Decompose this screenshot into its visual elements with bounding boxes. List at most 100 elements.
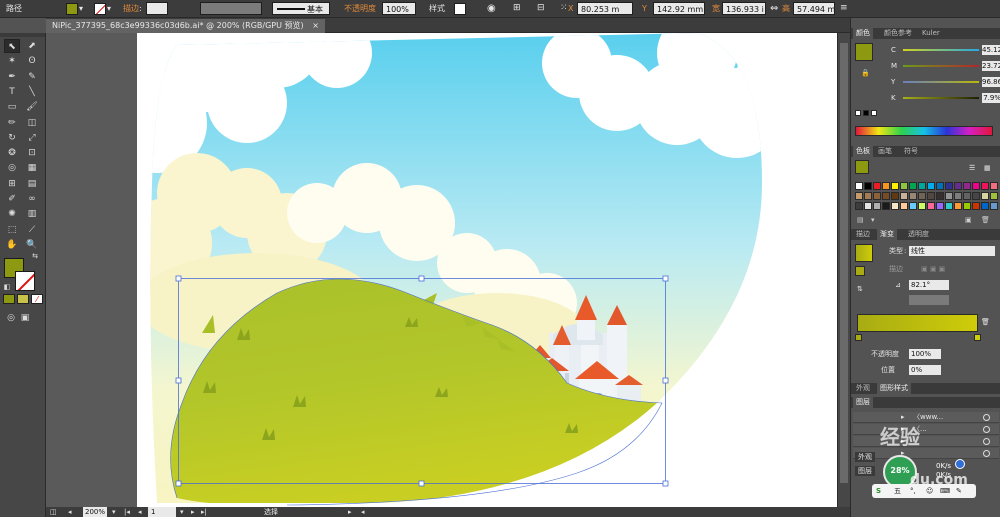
color-swatch[interactable]	[864, 202, 872, 210]
ime-logo-icon[interactable]: S	[876, 486, 881, 496]
warp-tool-icon[interactable]: ❂	[4, 146, 20, 160]
shape-builder-tool-icon[interactable]: ◎	[4, 161, 20, 175]
gradient-fill-swatch[interactable]	[855, 266, 865, 276]
color-swatch[interactable]	[918, 192, 926, 200]
rotate-tool-icon[interactable]: ↻	[4, 131, 20, 145]
chevron-down-icon[interactable]: ▾	[112, 507, 116, 517]
mesh-tool-icon[interactable]: ⊞	[4, 177, 20, 191]
color-swatch[interactable]	[927, 192, 935, 200]
color-mode-button[interactable]	[3, 294, 15, 304]
ime-toolbar[interactable]: S 五 °, ☺ ⌨ ✎	[872, 484, 976, 498]
color-swatch[interactable]	[981, 182, 989, 190]
new-swatch-icon[interactable]: ▣	[965, 216, 972, 224]
visibility-icon[interactable]	[983, 450, 990, 457]
color-swatch[interactable]	[909, 192, 917, 200]
cyan-value[interactable]: 45.12%	[982, 45, 1000, 55]
fill-color-box[interactable]	[66, 3, 78, 15]
color-swatch[interactable]	[900, 202, 908, 210]
tab-transparency[interactable]: 透明度	[905, 229, 932, 240]
pencil-tool-icon[interactable]: ✏	[4, 116, 20, 130]
ime-keyboard-icon[interactable]: ⌨	[940, 486, 950, 496]
magic-wand-tool-icon[interactable]: ✶	[4, 54, 20, 68]
x-position-field[interactable]: 80.253 m	[577, 2, 633, 15]
perspective-grid-tool-icon[interactable]: ▦	[24, 161, 40, 175]
tab-color[interactable]: 颜色	[853, 28, 873, 39]
layer-row[interactable]: ▸	[853, 436, 999, 447]
lock-icon[interactable]: 🔒	[861, 68, 870, 78]
color-swatch[interactable]	[981, 202, 989, 210]
swatch-library-icon[interactable]: ▤	[857, 216, 864, 224]
swap-colors-icon[interactable]: ⇆	[30, 249, 40, 263]
expand-arrow-icon[interactable]: ▸	[901, 412, 905, 422]
direct-selection-tool-icon[interactable]: ⬈	[24, 39, 40, 53]
visibility-icon[interactable]	[983, 438, 990, 445]
reference-point-icon[interactable]: ⁙	[560, 2, 568, 15]
chevron-down-icon[interactable]: ▾	[107, 2, 111, 15]
paintbrush-tool-icon[interactable]: 🖌	[24, 100, 40, 114]
color-swatch[interactable]	[936, 202, 944, 210]
status-menu-icon[interactable]: ▸	[348, 507, 352, 517]
color-swatch[interactable]	[909, 202, 917, 210]
tab-stroke[interactable]: 描边	[853, 229, 873, 240]
cyan-slider[interactable]: C 45.12%	[891, 45, 1000, 55]
brush-definition-select[interactable]: 基本	[272, 2, 330, 15]
graphic-style-swatch[interactable]	[454, 3, 466, 15]
scrollbar-thumb[interactable]	[840, 43, 848, 483]
tab-color-guide[interactable]: 颜色参考	[881, 28, 915, 39]
black-swatch[interactable]	[863, 110, 869, 116]
color-swatch[interactable]	[873, 182, 881, 190]
color-swatch[interactable]	[891, 192, 899, 200]
tab-kuler[interactable]: Kuler	[919, 28, 943, 39]
slice-tool-icon[interactable]: ⟋	[24, 223, 40, 237]
screen-mode-icon[interactable]: ▣	[17, 311, 33, 325]
color-swatch[interactable]	[864, 192, 872, 200]
tab-gradient[interactable]: 渐变	[877, 229, 897, 240]
tab-symbols[interactable]: 符号	[901, 146, 921, 157]
toolbox-grip[interactable]	[0, 33, 45, 37]
gradient-opacity-field[interactable]: 100%	[909, 349, 941, 359]
opacity-label[interactable]: 不透明度	[344, 2, 376, 15]
color-swatch[interactable]	[882, 192, 890, 200]
color-swatch[interactable]	[855, 202, 863, 210]
stroke-weight-field[interactable]	[146, 2, 168, 15]
reverse-gradient-icon[interactable]: ⇅	[857, 284, 863, 294]
color-swatch[interactable]	[945, 192, 953, 200]
color-swatch[interactable]	[954, 192, 962, 200]
prev-icon[interactable]: ◂	[68, 507, 72, 517]
lasso-tool-icon[interactable]: ʘ	[24, 54, 40, 68]
canvas-area[interactable]	[46, 33, 837, 507]
cyan-track[interactable]	[903, 49, 979, 51]
opacity-field[interactable]: 100%	[382, 2, 416, 15]
color-swatch[interactable]	[981, 192, 989, 200]
color-swatch[interactable]	[909, 182, 917, 190]
color-swatch[interactable]	[990, 192, 998, 200]
yellow-slider[interactable]: Y 96.86%	[891, 77, 1000, 87]
column-graph-tool-icon[interactable]: ▥	[24, 207, 40, 221]
gradient-stop-end[interactable]	[974, 334, 981, 341]
color-swatch[interactable]	[918, 182, 926, 190]
color-swatch[interactable]	[963, 202, 971, 210]
grid-view-icon[interactable]: ▦	[984, 163, 991, 173]
eraser-tool-icon[interactable]: ◫	[24, 116, 40, 130]
gradient-location-field[interactable]: 0%	[909, 365, 941, 375]
align-options-icon[interactable]: ⊞	[513, 2, 521, 15]
magenta-value[interactable]: 23.72%	[982, 61, 1000, 71]
color-swatch[interactable]	[900, 192, 908, 200]
stroke-swatch[interactable]	[15, 271, 35, 291]
eyedropper-tool-icon[interactable]: ✐	[4, 192, 20, 206]
recolor-icon[interactable]: ◉	[487, 2, 496, 15]
free-transform-tool-icon[interactable]: ⊡	[24, 146, 40, 160]
color-swatch[interactable]	[891, 202, 899, 210]
visibility-icon[interactable]	[983, 414, 990, 421]
tab-swatches[interactable]: 色板	[853, 146, 873, 157]
add-icon[interactable]	[955, 459, 965, 469]
color-swatch[interactable]	[927, 202, 935, 210]
selection-tool-icon[interactable]: ⬉	[4, 39, 20, 53]
color-swatch[interactable]	[927, 182, 935, 190]
ime-settings-icon[interactable]: ✎	[956, 486, 962, 496]
color-swatch[interactable]	[954, 182, 962, 190]
tab-graphic-styles[interactable]: 图形样式	[877, 383, 911, 394]
vertical-scrollbar[interactable]	[837, 33, 850, 507]
stroke-color-box[interactable]	[94, 3, 106, 15]
layers-collapsed-tab[interactable]: 图层	[855, 466, 875, 476]
